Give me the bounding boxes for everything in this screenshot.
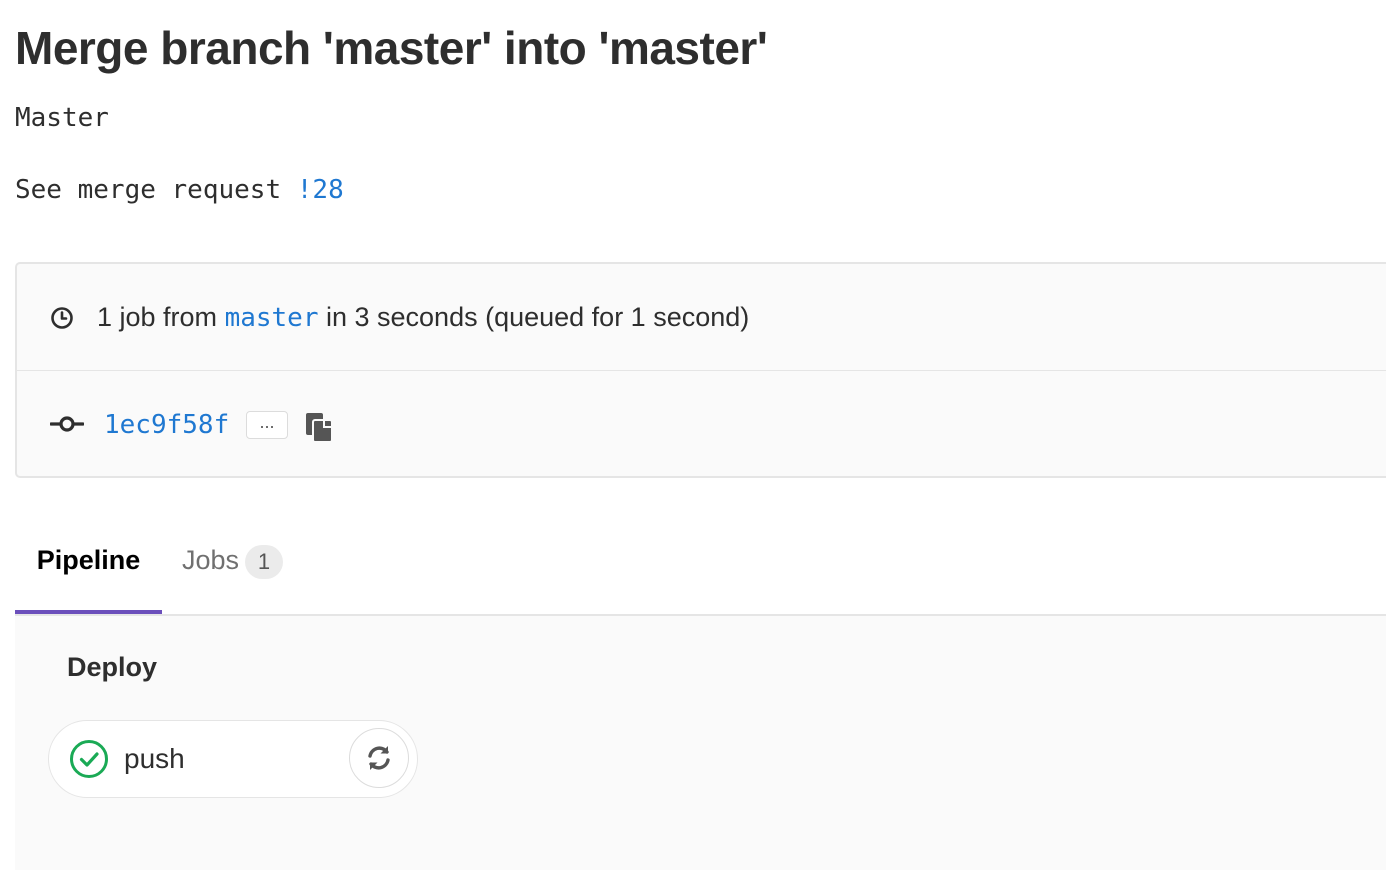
- pipeline-duration-text: 1 job from master in 3 seconds (queued f…: [97, 300, 749, 335]
- pipeline-graph: Deploy push: [15, 616, 1386, 870]
- commit-sha-link[interactable]: 1ec9f58f: [104, 408, 229, 442]
- job-name: push: [124, 743, 185, 774]
- duration-text: in 3 seconds (queued for 1 second): [318, 302, 750, 332]
- job-item-push[interactable]: push: [48, 720, 418, 798]
- pipeline-info-box: 1 job from master in 3 seconds (queued f…: [15, 262, 1386, 478]
- tab-jobs[interactable]: Jobs 1: [182, 520, 284, 614]
- commit-description-mr-line: See merge request !28: [15, 173, 344, 207]
- jobs-count-badge: 1: [245, 544, 284, 579]
- job-count-text: 1 job from: [97, 302, 225, 332]
- pipeline-tabs: Pipeline Jobs 1: [15, 520, 1386, 616]
- mr-prefix-text: See merge request: [15, 175, 297, 205]
- retry-button[interactable]: [349, 728, 409, 788]
- commit-title: Merge branch 'master' into 'master': [15, 22, 768, 74]
- merge-request-link[interactable]: !28: [297, 175, 344, 205]
- commit-description-line: Master: [15, 103, 109, 133]
- clock-icon: [51, 307, 73, 329]
- tab-pipeline[interactable]: Pipeline: [15, 520, 162, 614]
- tab-jobs-label: Jobs: [182, 545, 240, 575]
- expand-commit-message-button[interactable]: ...: [246, 411, 288, 439]
- stage-name: Deploy: [67, 652, 158, 682]
- branch-link[interactable]: master: [225, 303, 319, 333]
- pipeline-page: Merge branch 'master' into 'master' Mast…: [0, 0, 1386, 888]
- commit-icon: [50, 416, 84, 432]
- check-circle-icon: [70, 740, 108, 778]
- clipboard-icon[interactable]: [304, 412, 334, 444]
- retry-icon: [368, 746, 390, 770]
